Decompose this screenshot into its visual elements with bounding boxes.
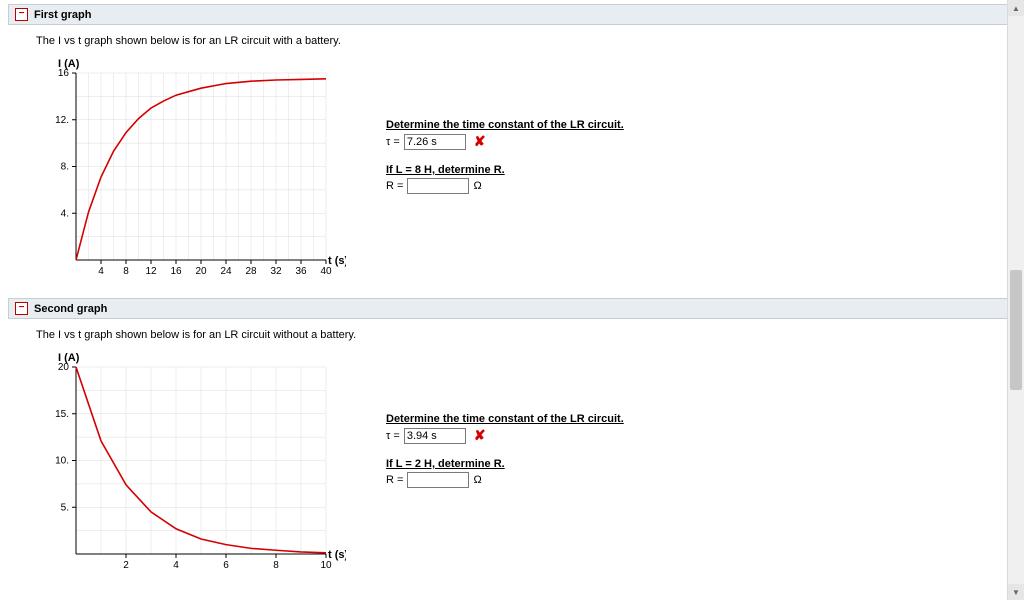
svg-text:24: 24	[220, 266, 232, 277]
question-1-title: Determine the time constant of the LR ci…	[386, 413, 624, 425]
section-header-second[interactable]: − Second graph	[8, 298, 1016, 319]
svg-text:16: 16	[170, 266, 182, 277]
svg-text:12: 12	[145, 266, 157, 277]
svg-text:8: 8	[123, 266, 129, 277]
section-body-second: The I vs t graph shown below is for an L…	[8, 319, 1016, 588]
ohm-unit: Ω	[473, 474, 481, 486]
svg-text:I (A): I (A)	[58, 352, 80, 364]
svg-text:t (s): t (s)	[328, 255, 346, 267]
svg-text:8.: 8.	[61, 162, 69, 173]
tau-input-first[interactable]	[404, 134, 466, 150]
chart-second: 2468105.10.15.20I (A)t (s)	[36, 347, 346, 582]
question-2-input-line: R = Ω	[386, 178, 624, 194]
svg-text:4: 4	[173, 560, 179, 571]
tau-label: τ =	[386, 430, 400, 442]
ohm-unit: Ω	[473, 180, 481, 192]
intro-text: The I vs t graph shown below is for an L…	[36, 329, 1002, 341]
tau-label: τ =	[386, 136, 400, 148]
section-title: First graph	[34, 9, 91, 21]
r-label: R =	[386, 474, 403, 486]
question-1-title: Determine the time constant of the LR ci…	[386, 119, 624, 131]
wrong-icon: ✘	[474, 133, 486, 150]
svg-text:32: 32	[270, 266, 282, 277]
svg-text:12.: 12.	[55, 115, 69, 126]
svg-text:10.: 10.	[55, 456, 69, 467]
svg-text:t (s): t (s)	[328, 549, 346, 561]
section-title: Second graph	[34, 303, 107, 315]
question-1-input-line: τ = ✘	[386, 427, 624, 444]
question-2-input-line: R = Ω	[386, 472, 624, 488]
svg-text:15.: 15.	[55, 409, 69, 420]
svg-text:28: 28	[245, 266, 257, 277]
svg-text:10: 10	[320, 560, 332, 571]
svg-text:6: 6	[223, 560, 229, 571]
chart-first: 4812162024283236404.8.12.16I (A)t (s)	[36, 53, 346, 288]
scroll-down-icon[interactable]: ▼	[1008, 584, 1024, 600]
r-input-first[interactable]	[407, 178, 469, 194]
section-header-first[interactable]: − First graph	[8, 4, 1016, 25]
question-column-second: Determine the time constant of the LR ci…	[386, 347, 624, 582]
collapse-icon[interactable]: −	[15, 8, 28, 21]
collapse-icon[interactable]: −	[15, 302, 28, 315]
tau-input-second[interactable]	[404, 428, 466, 444]
question-1-input-line: τ = ✘	[386, 133, 624, 150]
svg-text:I (A): I (A)	[58, 58, 80, 70]
svg-text:36: 36	[295, 266, 307, 277]
scroll-thumb[interactable]	[1010, 270, 1022, 390]
vertical-scrollbar[interactable]: ▲ ▼	[1007, 0, 1024, 600]
section-body-first: The I vs t graph shown below is for an L…	[8, 25, 1016, 294]
svg-text:4: 4	[98, 266, 104, 277]
question-2-title: If L = 8 H, determine R.	[386, 164, 624, 176]
svg-text:5.: 5.	[61, 502, 69, 513]
question-column-first: Determine the time constant of the LR ci…	[386, 53, 624, 288]
scroll-up-icon[interactable]: ▲	[1008, 0, 1024, 16]
wrong-icon: ✘	[474, 427, 486, 444]
question-2-title: If L = 2 H, determine R.	[386, 458, 624, 470]
r-input-second[interactable]	[407, 472, 469, 488]
svg-text:4.: 4.	[61, 208, 69, 219]
svg-text:2: 2	[123, 560, 129, 571]
svg-text:40: 40	[320, 266, 332, 277]
intro-text: The I vs t graph shown below is for an L…	[36, 35, 1002, 47]
svg-text:20: 20	[195, 266, 207, 277]
r-label: R =	[386, 180, 403, 192]
svg-text:8: 8	[273, 560, 279, 571]
